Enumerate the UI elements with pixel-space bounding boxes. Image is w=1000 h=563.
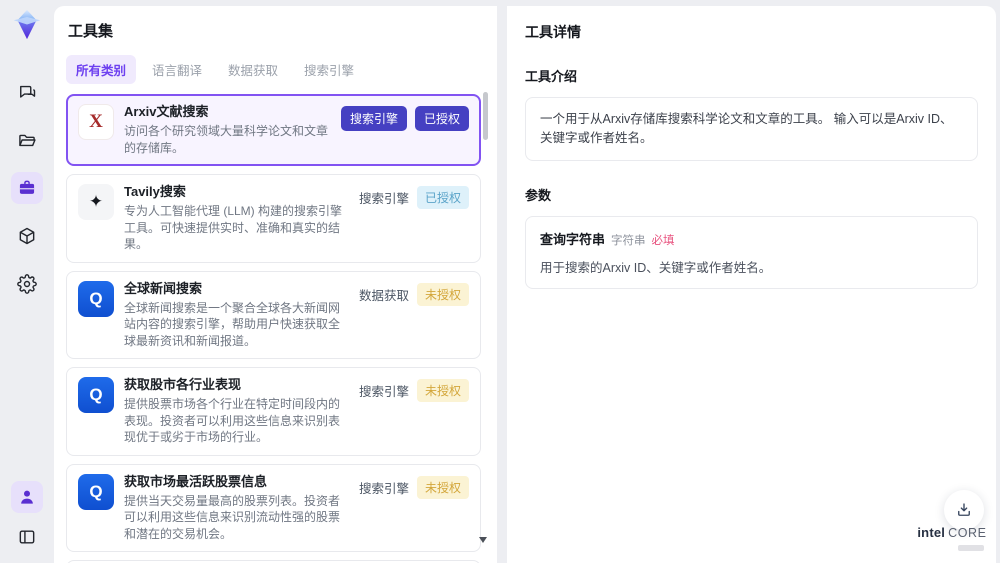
category-tabs: 所有类别 语言翻译 数据获取 搜索引擎 bbox=[66, 55, 497, 84]
param-head: 查询字符串 字符串 必填 bbox=[540, 229, 963, 248]
folder-icon[interactable] bbox=[11, 124, 43, 156]
tool-card[interactable]: X Arxiv文献搜索 访问各个研究领域大量科学论文和文章的存储库。 搜索引擎 … bbox=[66, 94, 481, 166]
tool-list-section: 工具集 所有类别 语言翻译 数据获取 搜索引擎 X Arxiv文献搜索 访问各个研究领… bbox=[54, 6, 497, 563]
page-title: 工具集 bbox=[68, 23, 114, 40]
intel-core-logo: intel CORE bbox=[916, 524, 988, 551]
tool-category-badge: 搜索引擎 bbox=[358, 385, 409, 399]
user-icon[interactable] bbox=[11, 481, 43, 513]
tab-0[interactable]: 所有类别 bbox=[66, 55, 137, 84]
panel-layout-icon[interactable] bbox=[11, 521, 43, 553]
tool-category-badge[interactable]: 搜索引擎 bbox=[340, 106, 407, 131]
sidebar-bottom bbox=[11, 481, 43, 553]
tool-detail-section: 工具详情 工具介绍 一个用于从Arxiv存储库搜索科学论文和文章的工具。 输入可… bbox=[507, 6, 996, 563]
sidebar-nav bbox=[11, 76, 43, 300]
main-panel: 工具集 所有类别 语言翻译 数据获取 搜索引擎 X Arxiv文献搜索 访问各个研究领… bbox=[54, 6, 996, 563]
tool-status-badge: 已授权 bbox=[416, 186, 469, 209]
tool-icon: X bbox=[78, 104, 114, 140]
brand-core-text: CORE bbox=[948, 526, 987, 540]
detail-title: 工具详情 bbox=[525, 24, 581, 40]
tool-status-badge: 未授权 bbox=[416, 475, 469, 499]
tool-card[interactable]: Q 获取股市各行业表现 提供股票市场各个行业在特定时间段内的表现。投资者可以利用… bbox=[66, 367, 481, 456]
tool-name: Arxiv文献搜索 bbox=[124, 104, 209, 119]
param-name: 查询字符串 bbox=[540, 231, 606, 247]
params-heading: 参数 bbox=[525, 187, 552, 203]
tool-name: 获取市场最活跃股票信息 bbox=[124, 473, 268, 489]
tool-category-badge: 数据获取 bbox=[358, 288, 409, 303]
app-sidebar bbox=[0, 0, 54, 563]
tool-name: 获取股市各行业表现 bbox=[124, 377, 242, 392]
intro-heading: 工具介绍 bbox=[525, 69, 578, 84]
tool-status-badge: 未授权 bbox=[416, 379, 469, 402]
tab-2[interactable]: 数据获取 bbox=[218, 55, 288, 84]
tool-description: 访问各个研究领域大量科学论文和文章的存储库。 bbox=[124, 124, 329, 155]
panel-divider bbox=[497, 6, 507, 563]
tool-card[interactable]: Q 获取市场最活跃股票信息 提供当天交易量最高的股票列表。投资者可以利用这些信息… bbox=[66, 463, 481, 552]
download-icon bbox=[958, 503, 970, 516]
param-desc: 用于搜索的Arxiv ID、关键字或作者姓名。 bbox=[540, 260, 772, 275]
tool-icon: Q bbox=[78, 377, 114, 413]
tool-description: 专为人工智能代理 (LLM) 构建的搜索引擎工具。可快速提供实时、准确和真实的结… bbox=[124, 204, 343, 251]
tool-status-badge[interactable]: 已授权 bbox=[414, 106, 469, 131]
tool-icon: ✦ bbox=[78, 184, 114, 220]
intro-text: 一个用于从Arxiv存储库搜索科学论文和文章的工具。 输入可以是Arxiv ID… bbox=[540, 112, 953, 145]
tool-card[interactable]: Q 全球新闻搜索 全球新闻搜索是一个聚合全球各大新闻网站内容的搜索引擎，帮助用户… bbox=[66, 270, 481, 359]
param-box: 查询字符串 字符串 必填 用于搜索的Arxiv ID、关键字或作者姓名。 bbox=[525, 215, 978, 289]
scroll-down-arrow-icon[interactable] bbox=[479, 537, 487, 543]
tool-description: 全球新闻搜索是一个聚合全球各大新闻网站内容的搜索引擎，帮助用户快速获取全球最新资… bbox=[124, 300, 341, 348]
tab-1[interactable]: 语言翻译 bbox=[142, 55, 212, 84]
chat-icon[interactable] bbox=[11, 76, 43, 108]
tool-card[interactable]: ✦ Tavily搜索 专为人工智能代理 (LLM) 构建的搜索引擎工具。可快速提… bbox=[66, 174, 481, 263]
app-logo-gem[interactable] bbox=[10, 8, 44, 42]
scrollbar-thumb[interactable] bbox=[483, 92, 488, 140]
tool-category-badge: 搜索引擎 bbox=[358, 481, 409, 496]
param-required-badge: 必填 bbox=[651, 234, 675, 247]
brand-intel-text: intel bbox=[917, 525, 946, 540]
tool-icon: Q bbox=[78, 280, 114, 317]
intro-box: 一个用于从Arxiv存储库搜索科学论文和文章的工具。 输入可以是Arxiv ID… bbox=[525, 97, 978, 161]
tool-category-badge: 搜索引擎 bbox=[358, 192, 409, 206]
tab-3[interactable]: 搜索引擎 bbox=[294, 55, 364, 84]
gear-icon[interactable] bbox=[11, 268, 43, 300]
brand-subtext-mark bbox=[958, 545, 984, 551]
tool-list: X Arxiv文献搜索 访问各个研究领域大量科学论文和文章的存储库。 搜索引擎 … bbox=[66, 94, 481, 563]
tool-status-badge: 未授权 bbox=[416, 282, 469, 306]
tool-description: 提供股票市场各个行业在特定时间段内的表现。投资者可以利用这些信息来识别表现优于或… bbox=[124, 397, 341, 444]
tool-name: Tavily搜索 bbox=[124, 184, 186, 199]
toolbox-briefcase-icon[interactable] bbox=[11, 172, 43, 204]
tool-icon: Q bbox=[78, 473, 114, 510]
tool-description: 提供当天交易量最高的股票列表。投资者可以利用这些信息来识别流动性强的股票和潜在的… bbox=[124, 493, 341, 541]
tool-name: 全球新闻搜索 bbox=[124, 280, 203, 296]
cube-icon[interactable] bbox=[11, 220, 43, 252]
param-type: 字符串 bbox=[611, 234, 646, 247]
